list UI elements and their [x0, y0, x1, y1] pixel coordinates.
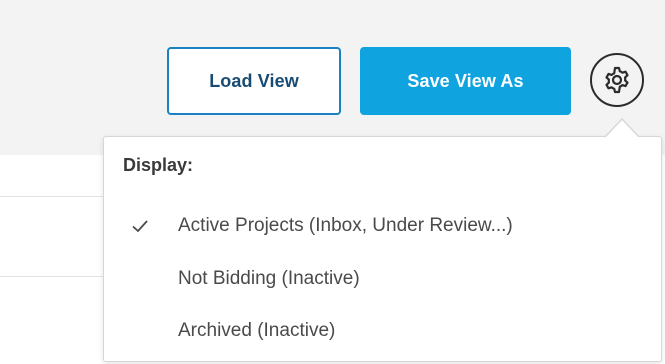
list-divider — [0, 276, 103, 277]
menu-item-label: Not Bidding (Inactive) — [178, 268, 360, 289]
load-view-label: Load View — [209, 70, 299, 91]
menu-item-archived[interactable]: Archived (Inactive) — [103, 308, 660, 354]
display-heading: Display: — [123, 155, 194, 175]
menu-item-not-bidding[interactable]: Not Bidding (Inactive) — [103, 256, 660, 302]
menu-item-label: Active Projects (Inbox, Under Review...) — [178, 215, 513, 236]
gear-icon — [605, 66, 629, 94]
menu-item-label: Archived (Inactive) — [178, 320, 336, 341]
menu-item-active-projects[interactable]: Active Projects (Inbox, Under Review...) — [103, 203, 660, 249]
save-view-as-label: Save View As — [407, 70, 524, 91]
dropdown-caret-fill — [605, 120, 639, 138]
save-view-as-button[interactable]: Save View As — [360, 47, 571, 115]
settings-button[interactable] — [590, 53, 644, 107]
list-divider — [0, 196, 103, 197]
load-view-button[interactable]: Load View — [167, 47, 341, 115]
checkmark-icon — [132, 220, 148, 233]
page: Load View Save View As Display: Active P… — [0, 0, 665, 364]
